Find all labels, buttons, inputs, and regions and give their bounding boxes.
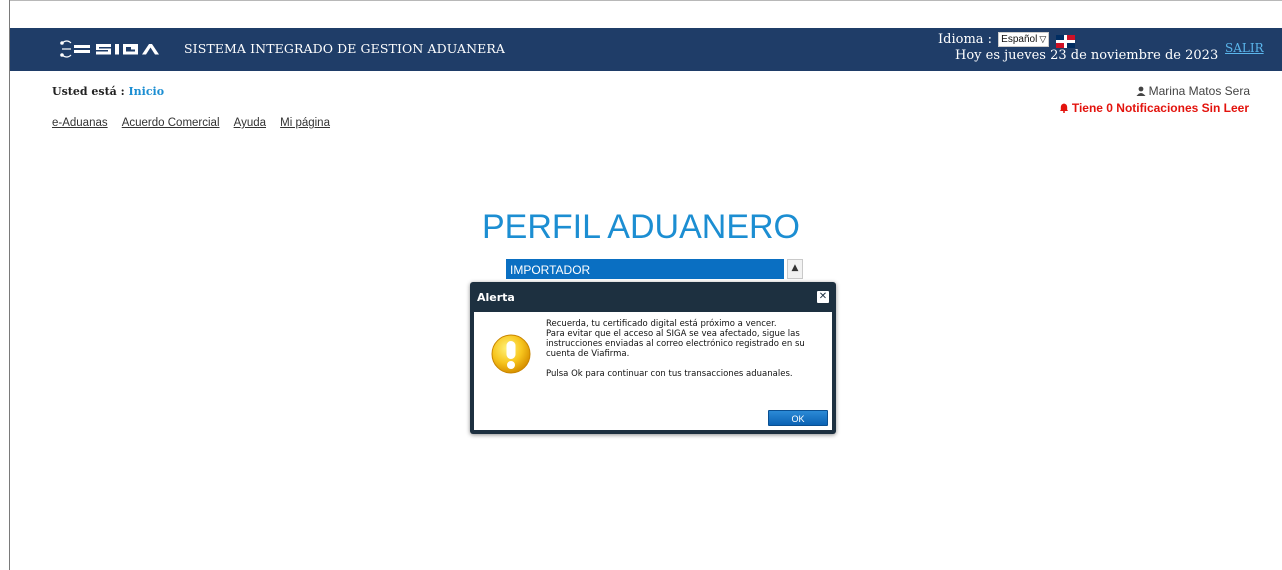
dialog-title: Alerta (477, 291, 515, 304)
app-title: SISTEMA INTEGRADO DE GESTION ADUANERA (184, 41, 505, 56)
user-name: Marina Matos Sera (1148, 84, 1250, 98)
language-select[interactable]: Español ▽ (998, 32, 1050, 47)
breadcrumb-home-link[interactable]: Inicio (129, 85, 165, 98)
top-nav: e-Aduanas Acuerdo Comercial Ayuda Mi pág… (52, 111, 339, 130)
ok-button[interactable]: OK (768, 410, 828, 426)
nav-ayuda[interactable]: Ayuda (234, 117, 266, 129)
breadcrumb: Usted está : Inicio (52, 85, 164, 98)
nav-mi-pagina[interactable]: Mi página (280, 117, 330, 129)
dialog-line-3: Pulsa Ok para continuar con tus transacc… (546, 369, 793, 379)
current-date: Hoy es jueves 23 de noviembre de 2023 (955, 48, 1219, 63)
profile-title: PERFIL ADUANERO (481, 208, 801, 246)
header-bar: SISTEMA INTEGRADO DE GESTION ADUANERA Id… (10, 28, 1282, 71)
dialog-line-2: Para evitar que el acceso al SIGA se vea… (546, 329, 805, 359)
language-value: Español (1001, 34, 1038, 45)
language-row: Idioma : Español ▽ (938, 32, 1050, 47)
alert-dialog: Alerta ✕ Recuerda, tu certificado digita… (470, 282, 836, 434)
breadcrumb-prefix: Usted está : (52, 85, 125, 98)
nav-acuerdo-comercial[interactable]: Acuerdo Comercial (122, 117, 220, 129)
close-icon[interactable]: ✕ (817, 291, 829, 303)
dominican-flag-icon[interactable] (1056, 33, 1075, 48)
nav-e-aduanas[interactable]: e-Aduanas (52, 117, 108, 129)
notifications-text: Tiene 0 Notificaciones Sin Leer (1071, 101, 1249, 115)
user-info: Marina Matos Sera (1136, 84, 1250, 99)
notifications-link[interactable]: Tiene 0 Notificaciones Sin Leer (1059, 101, 1249, 116)
user-icon (1136, 85, 1146, 99)
dialog-body: Recuerda, tu certificado digital está pr… (474, 312, 832, 430)
scroll-up-icon[interactable]: ▲ (787, 259, 803, 279)
siga-logo (60, 37, 172, 61)
chevron-down-icon: ▽ (1039, 34, 1047, 44)
bell-icon (1059, 102, 1069, 116)
page-border-left (9, 0, 10, 570)
profile-option-selected[interactable]: IMPORTADOR (506, 259, 784, 279)
page-border-top (9, 0, 1282, 1)
dialog-message: Recuerda, tu certificado digital está pr… (546, 319, 824, 379)
warning-icon (491, 334, 531, 374)
logout-link[interactable]: SALIR (1225, 41, 1264, 55)
profile-listbox[interactable]: IMPORTADOR ▲ (506, 259, 804, 279)
dialog-line-1: Recuerda, tu certificado digital está pr… (546, 319, 777, 329)
language-label: Idioma : (938, 32, 993, 47)
